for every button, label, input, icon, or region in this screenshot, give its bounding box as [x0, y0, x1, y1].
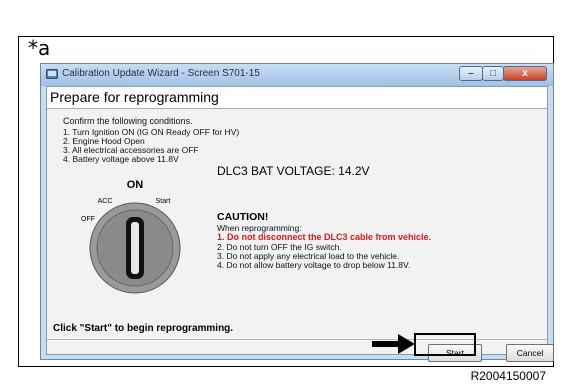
page-heading: Prepare for reprogramming: [50, 89, 219, 105]
dial-start-label: Start: [156, 198, 171, 205]
battery-voltage-readout: DLC3 BAT VOLTAGE: 14.2V: [217, 164, 370, 178]
figure-label: *a: [28, 36, 51, 60]
wizard-window: Calibration Update Wizard - Screen S701-…: [40, 63, 554, 362]
key-slot-highlight: [131, 222, 139, 274]
close-icon: x: [522, 68, 528, 79]
ignition-switch-illustration: ON ACC Start OFF: [81, 179, 181, 294]
dial-acc-label: ACC: [98, 198, 113, 205]
close-button[interactable]: x: [503, 66, 547, 81]
caution-item-warning: 1. Do not disconnect the DLC3 cable from…: [217, 232, 432, 242]
app-icon: [46, 69, 58, 79]
caution-item: 4. Do not allow battery voltage to drop …: [217, 260, 411, 270]
minimize-icon: –: [468, 68, 474, 79]
dial-on-label: ON: [127, 179, 144, 191]
minimize-button[interactable]: –: [459, 66, 483, 81]
heading-band: Prepare for reprogramming: [47, 87, 547, 109]
caution-title: CAUTION!: [217, 211, 269, 223]
maximize-icon: □: [489, 68, 497, 79]
maximize-button[interactable]: □: [482, 66, 504, 81]
conditions-intro: Confirm the following conditions.: [63, 116, 193, 126]
dial-off-label: OFF: [81, 216, 95, 223]
figure-reference: R2004150007: [470, 369, 546, 383]
condition-item: 4. Battery voltage above 11.8V: [63, 154, 179, 164]
pointer-arrow-icon: [372, 334, 415, 354]
wizard-content: Prepare for reprogramming Confirm the fo…: [46, 86, 554, 362]
start-hint: Click "Start" to begin reprogramming.: [53, 323, 234, 334]
cancel-button[interactable]: Cancel: [506, 344, 554, 362]
title-bar[interactable]: Calibration Update Wizard - Screen S701-…: [41, 64, 553, 85]
window-title: Calibration Update Wizard - Screen S701-…: [62, 68, 260, 79]
start-highlight-box: [414, 333, 476, 356]
